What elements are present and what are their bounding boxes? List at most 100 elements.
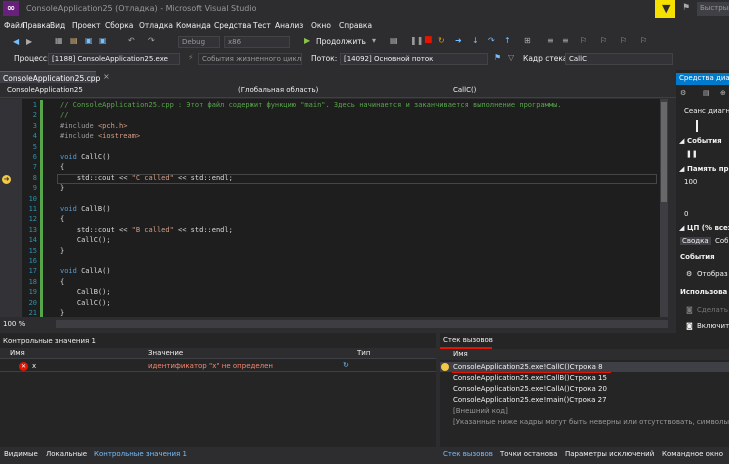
open-folder-icon[interactable]: ▤: [70, 36, 78, 45]
lifecycle-icon[interactable]: ⚡: [188, 53, 194, 62]
save-icon[interactable]: ▣: [85, 36, 93, 45]
refresh-icon[interactable]: ↻: [343, 361, 349, 369]
redo-icon[interactable]: ↷: [148, 36, 155, 45]
tab-breakpoints[interactable]: Точки останова: [500, 450, 557, 458]
continue-icon[interactable]: ▶: [304, 36, 310, 45]
snapshot-icon[interactable]: ◙: [686, 306, 693, 314]
flag-icon[interactable]: ⚑: [682, 3, 690, 13]
tab-summary[interactable]: Сводка: [680, 237, 711, 245]
tab-call-stack[interactable]: Стек вызовов: [443, 450, 493, 458]
tab-events[interactable]: События: [715, 237, 729, 245]
code-line[interactable]: CallC();: [60, 299, 111, 307]
bookmark-icon[interactable]: ⚐: [580, 36, 587, 45]
continue-button[interactable]: Продолжить: [316, 37, 366, 46]
save-all-icon[interactable]: ▣: [99, 36, 107, 45]
tab-consoleapplication25-cpp[interactable]: ConsoleApplication25.cpp: [0, 71, 100, 83]
process-icon[interactable]: ▤: [390, 36, 398, 45]
tab-locals[interactable]: Локальные: [46, 450, 87, 458]
call-stack-title[interactable]: Стек вызовов: [443, 336, 493, 344]
new-project-icon[interactable]: ▦: [55, 36, 63, 45]
tab-close-icon[interactable]: ×: [103, 72, 110, 81]
watch-col-type[interactable]: Тип: [357, 349, 370, 357]
code-line[interactable]: }: [60, 309, 64, 317]
watch-title[interactable]: Контрольные значения 1: [0, 336, 436, 346]
code-line[interactable]: {: [60, 163, 64, 171]
code-line[interactable]: #include <iostream>: [60, 132, 140, 140]
menu-window[interactable]: Окно: [311, 21, 331, 30]
step-over-icon[interactable]: ↷: [488, 36, 495, 45]
step-into-icon[interactable]: ↓: [472, 36, 479, 45]
solution-config-select[interactable]: Debug: [178, 36, 220, 48]
undo-icon[interactable]: ↶: [128, 36, 135, 45]
tab-watch-1[interactable]: Контрольные значения 1: [94, 450, 187, 458]
timeline-marker[interactable]: [696, 120, 698, 132]
report-icon[interactable]: ▤: [703, 89, 710, 97]
editor-horizontal-scrollbar[interactable]: [56, 320, 668, 328]
indicator-margin[interactable]: [0, 99, 22, 317]
code-line[interactable]: {: [60, 278, 64, 286]
show-events-link[interactable]: Отобраз: [697, 270, 728, 278]
menu-test[interactable]: Тест: [253, 21, 271, 30]
menu-edit[interactable]: Правка: [22, 21, 51, 30]
bookmark-prev-icon[interactable]: ⚐: [600, 36, 607, 45]
comment-icon[interactable]: ≡: [547, 36, 554, 45]
code-line[interactable]: std::cout << "B called" << std::endl;: [60, 226, 233, 234]
code-line[interactable]: }: [60, 184, 64, 192]
list-item[interactable]: [Указанные ниже кадры могут быть неверны…: [453, 418, 729, 426]
code-line[interactable]: std::cout << "C called" << std::endl;: [60, 174, 233, 182]
code-line[interactable]: void CallA(): [60, 267, 111, 275]
pause-icon[interactable]: ❚❚: [686, 150, 698, 158]
menu-help[interactable]: Справка: [339, 21, 372, 30]
code-line[interactable]: // ConsoleApplication25.cpp : Этот файл …: [60, 101, 562, 109]
bookmark-next-icon[interactable]: ⚐: [620, 36, 627, 45]
uncomment-icon[interactable]: ≡: [562, 36, 569, 45]
process-select[interactable]: [1188] ConsoleApplication25.exe: [48, 53, 180, 65]
hex-display-icon[interactable]: ⊞: [524, 36, 531, 45]
enable-icon[interactable]: ◙: [686, 322, 693, 330]
forward-icon[interactable]: ▶: [26, 37, 32, 46]
call-stack-col-name[interactable]: Имя: [453, 350, 468, 358]
menu-view[interactable]: Вид: [50, 21, 65, 30]
enable-button[interactable]: Включит: [697, 322, 729, 330]
bookmark-clear-icon[interactable]: ⚐: [640, 36, 647, 45]
diagnostic-tools-title[interactable]: Средства диаг: [676, 73, 729, 85]
thread-select[interactable]: [14092] Основной поток: [340, 53, 488, 65]
code-line[interactable]: {: [60, 215, 64, 223]
code-line[interactable]: void CallB(): [60, 205, 111, 213]
tab-command-window[interactable]: Командное окно: [662, 450, 723, 458]
code-line[interactable]: //: [60, 111, 68, 119]
code-line[interactable]: CallC();: [60, 236, 111, 244]
lifecycle-events-select[interactable]: События жизненного цикла: [198, 53, 302, 65]
nav-scope-select[interactable]: (Глобальная область): [235, 86, 445, 97]
instruction-pointer-icon[interactable]: ➜: [2, 175, 11, 184]
watch-row-name[interactable]: x: [32, 362, 36, 370]
gear-icon[interactable]: ⚙: [680, 89, 686, 97]
editor-scroll-thumb[interactable]: [661, 102, 667, 202]
list-item[interactable]: ConsoleApplication25.exe!CallA()Строка 2…: [453, 385, 607, 393]
show-next-statement-icon[interactable]: ➜: [455, 36, 462, 45]
stack-frame-select[interactable]: CallC: [565, 53, 673, 65]
quick-launch-input[interactable]: Быстрый: [697, 2, 729, 16]
watch-col-name[interactable]: Имя: [10, 349, 25, 357]
code-line[interactable]: void CallC(): [60, 153, 111, 161]
stop-icon[interactable]: ■: [424, 35, 433, 45]
list-item[interactable]: [Внешний код]: [453, 407, 508, 415]
back-icon[interactable]: ◀: [13, 37, 19, 46]
thread-filter-icon[interactable]: ▽: [508, 53, 514, 62]
code-line[interactable]: CallB();: [60, 288, 111, 296]
menu-tools[interactable]: Средства: [214, 21, 251, 30]
memory-collapse-icon[interactable]: ◢: [679, 165, 684, 173]
tab-autos[interactable]: Видимые: [4, 450, 38, 458]
continue-dropdown-icon[interactable]: ▾: [372, 36, 376, 45]
menu-project[interactable]: Проект: [72, 21, 101, 30]
zoom-level-select[interactable]: 100 %: [0, 318, 56, 330]
menu-build[interactable]: Сборка: [105, 21, 133, 30]
watch-col-value[interactable]: Значение: [148, 349, 183, 357]
zoom-in-icon[interactable]: ⊕: [720, 89, 726, 97]
take-snapshot-button[interactable]: Сделать: [697, 306, 728, 314]
nav-project-select[interactable]: ConsoleApplication25: [4, 86, 224, 97]
list-item[interactable]: ConsoleApplication25.exe!CallC()Строка 8: [453, 363, 603, 371]
thread-flag-icon[interactable]: ⚑: [494, 53, 501, 62]
code-line[interactable]: #include <pch.h>: [60, 122, 127, 130]
menu-team[interactable]: Команда: [176, 21, 211, 30]
